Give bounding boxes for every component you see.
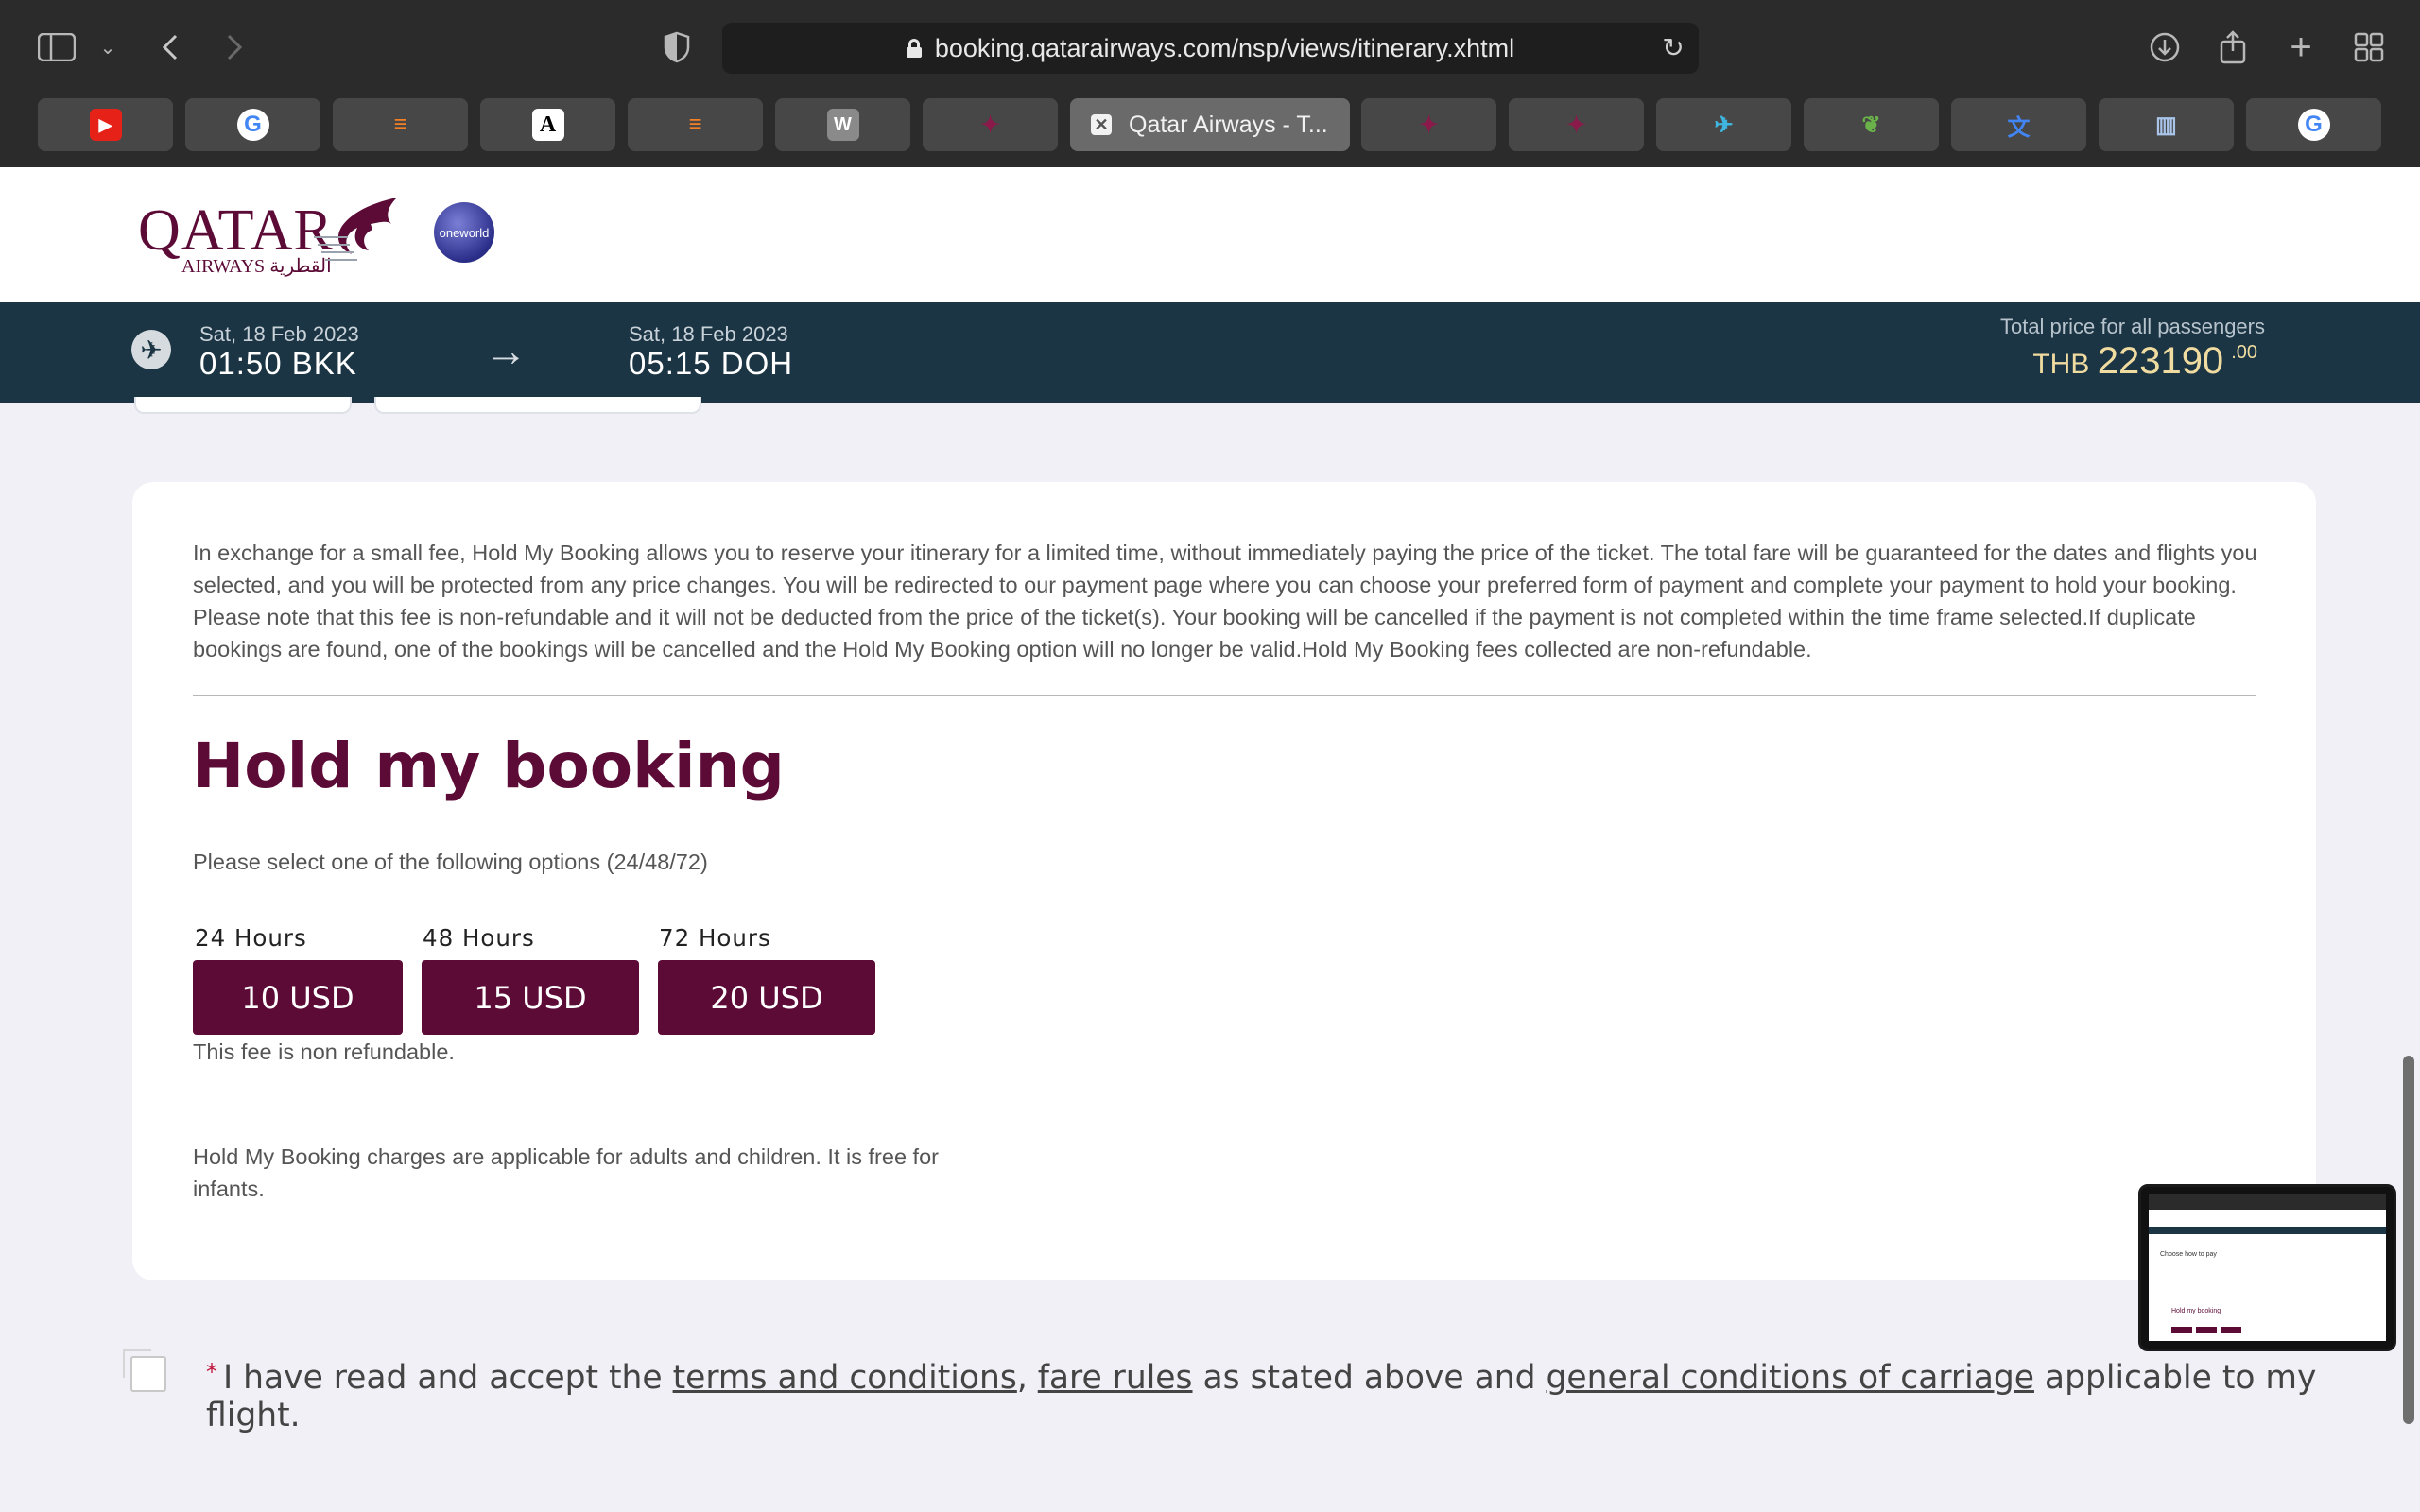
thumbnail-button [2221,1327,2241,1333]
fare-rules-link[interactable]: fare rules [1038,1359,1193,1397]
thumbnail-title: Hold my booking [2171,1308,2221,1314]
tab-active[interactable]: ✕ Qatar Airways - T... [1070,98,1350,151]
thumbnail-text: Choose how to pay [2160,1251,2217,1258]
hold-booking-card: In exchange for a small fee, Hold My Boo… [132,482,2316,1280]
thumbnail-toolbar [2149,1194,2386,1210]
fee-note: This fee is non refundable. [193,1040,455,1064]
tab-qatar-oryx[interactable]: ✦ [923,98,1058,151]
oryx-icon [314,198,397,261]
tab-bird[interactable]: ✈ [1656,98,1791,151]
tab-stackoverflow[interactable]: ≡ [628,98,763,151]
thumbnail-flightbar [2149,1227,2386,1234]
tab-overview-icon[interactable] [2348,26,2390,68]
w-icon: W [826,109,859,141]
arrival-time: 05:15 DOH [629,346,794,381]
terms-checkbox[interactable] [130,1356,166,1392]
price-amount: 223190 [2097,340,2224,382]
divider [193,695,2256,696]
qatar-oryx-icon: ✦ [1566,112,1586,138]
option-48-label: 48 Hours [423,924,535,952]
terms-middle: as stated above and [1192,1359,1547,1397]
bird-icon: ✈ [1714,112,1734,138]
browser-toolbar: ⌄ booking.qatarairways.com/nsp/views/iti… [0,0,2420,94]
total-price: THB 223190 .00 [2032,340,2257,383]
currency: THB [2032,349,2090,380]
plane-icon: ✈ [131,330,171,369]
chevron-down-icon[interactable]: ⌄ [87,26,129,68]
tab-stackoverflow[interactable]: ≡ [333,98,468,151]
tab-google[interactable]: G [185,98,320,151]
conditions-of-carriage-link[interactable]: general conditions of carriage [1546,1359,2034,1397]
new-tab-icon[interactable]: + [2280,26,2322,68]
departure-time: 01:50 BKK [199,346,357,381]
leaf-icon: ❦ [1861,112,1881,138]
terms-statement: * I have read and accept the terms and co… [206,1359,2420,1435]
translate-icon: 文 [2007,114,2031,141]
option-72-label: 72 Hours [659,924,771,952]
privacy-shield-icon[interactable] [656,26,698,68]
option-24-button[interactable]: 10 USD [193,960,403,1035]
site-header: QATAR AIRWAYS القطرية oneworld [0,167,2420,302]
arrow-right-icon: → [484,326,527,375]
option-24-label: 24 Hours [195,924,307,952]
tab-youtube[interactable]: ▶ [38,98,173,151]
total-price-label: Total price for all passengers [1999,315,2265,338]
sidebar-toggle-icon[interactable] [36,26,78,68]
tab-qatar-oryx[interactable]: ✦ [1361,98,1496,151]
price-cents: .00 [2231,342,2257,363]
option-48-button[interactable]: 15 USD [422,960,639,1035]
screenshot-thumbnail[interactable]: Choose how to pay Hold my booking [2138,1184,2396,1351]
font-a-icon: A [531,109,564,141]
tab-google[interactable]: G [2246,98,2381,151]
download-icon[interactable] [2144,26,2186,68]
lock-icon [906,39,922,58]
qatar-oryx-icon: ✦ [1419,112,1439,138]
tab-w[interactable]: W [775,98,910,151]
columns-icon: ▥ [2155,112,2177,138]
select-instruction: Please select one of the following optio… [193,850,708,874]
tab-columns[interactable]: ▥ [2099,98,2234,151]
back-icon[interactable] [149,26,191,68]
tab-leaf[interactable]: ❦ [1804,98,1939,151]
tab-translate[interactable]: 文 [1951,98,2086,151]
youtube-icon: ▶ [89,109,122,141]
charges-note: Hold My Booking charges are applicable f… [193,1144,939,1201]
oneworld-logo[interactable]: oneworld [434,202,494,263]
browser-chrome: ⌄ booking.qatarairways.com/nsp/views/iti… [0,0,2420,167]
departure-date: Sat, 18 Feb 2023 [199,322,359,346]
terms-and-conditions-link[interactable]: terms and conditions [673,1359,1017,1397]
page-scrollbar[interactable] [2403,1056,2414,1424]
thumbnail-button [2196,1327,2217,1333]
option-72-button[interactable]: 20 USD [658,960,875,1035]
tab-strip: ▶ G ≡ A ≡ W ✦ ✕ Qatar Airways - T... ✦ ✦ ✈ ❦ 文 ▥ G [38,98,2382,151]
address-bar[interactable]: booking.qatarairways.com/nsp/views/itine… [722,23,1699,74]
google-icon: G [236,109,269,141]
arrival-date: Sat, 18 Feb 2023 [629,322,788,346]
logo-subtext: AIRWAYS القطرية [182,256,332,277]
thumbnail-button [2171,1327,2192,1333]
close-icon[interactable]: ✕ [1091,114,1112,135]
google-icon: G [2297,109,2330,141]
required-mark: * [206,1359,217,1385]
terms-prefix: I have read and accept the [223,1359,673,1397]
reload-icon[interactable]: ↻ [1659,34,1687,62]
forward-icon[interactable] [214,26,255,68]
thumbnail-screen: Choose how to pay Hold my booking [2149,1194,2386,1341]
url-text: booking.qatarairways.com/nsp/views/itine… [934,33,1515,62]
hold-booking-title: Hold my booking [192,730,785,802]
share-icon[interactable] [2212,26,2254,68]
stackoverflow-icon: ≡ [688,112,702,137]
qatar-airways-logo[interactable]: QATAR AIRWAYS القطرية [138,196,412,283]
tab-option-2[interactable] [374,397,701,414]
hold-booking-intro: In exchange for a small fee, Hold My Boo… [193,541,2257,662]
stackoverflow-icon: ≡ [393,112,407,137]
tab-font-a[interactable]: A [480,98,615,151]
tab-title: Qatar Airways - T... [1129,111,1328,138]
tab-option-1[interactable] [134,397,352,414]
terms-separator: , [1016,1359,1038,1397]
tab-qatar-oryx[interactable]: ✦ [1509,98,1644,151]
qatar-oryx-icon: ✦ [980,112,1000,138]
